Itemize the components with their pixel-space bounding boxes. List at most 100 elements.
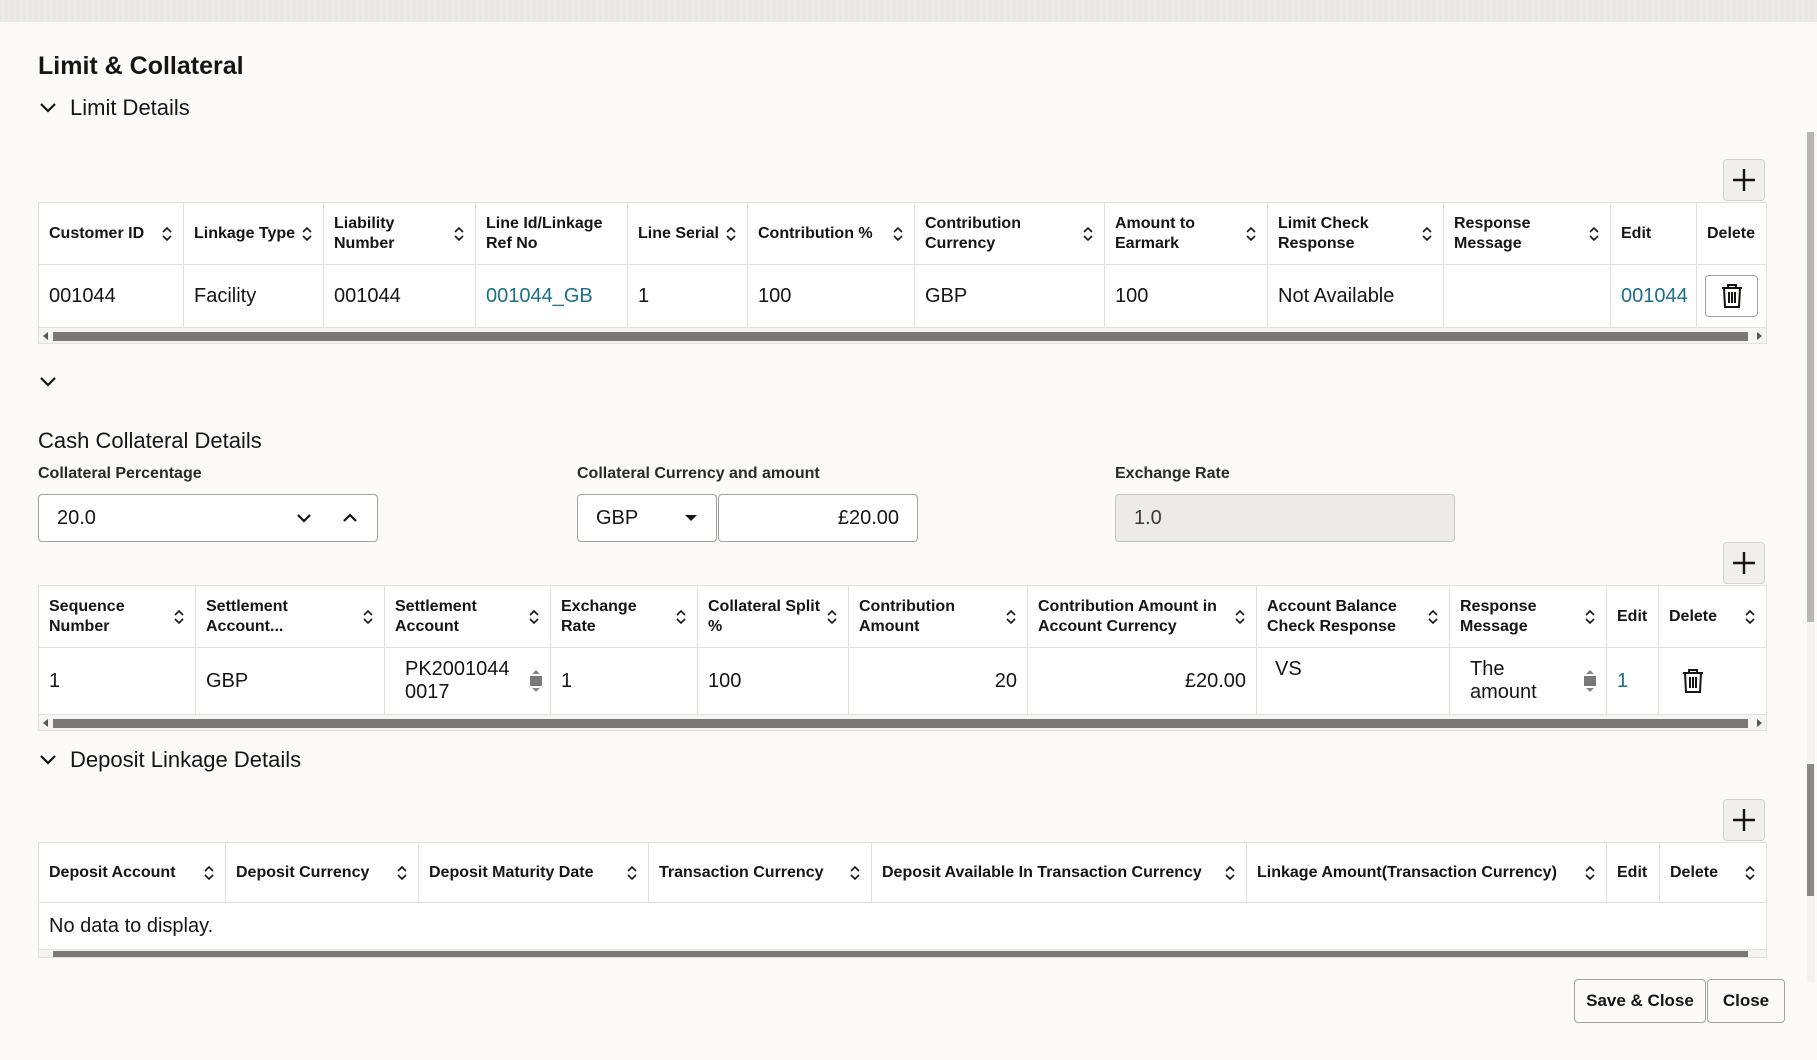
column-header[interactable]: Delete xyxy=(1659,586,1766,647)
arrow-down-icon[interactable] xyxy=(531,687,541,693)
column-header[interactable]: Contribution Amount xyxy=(849,586,1028,647)
close-button[interactable]: Close xyxy=(1707,979,1785,1023)
settlement-account-field[interactable]: PK2001044 0017 xyxy=(385,648,551,714)
column-header[interactable]: Settlement Account... xyxy=(196,586,385,647)
sort-icon[interactable] xyxy=(203,865,215,881)
column-header[interactable]: Limit Check Response xyxy=(1268,203,1444,264)
add-collateral-button[interactable] xyxy=(1723,542,1765,584)
table-row[interactable]: 001044 Facility 001044 001044_GB 1 100 G… xyxy=(39,265,1766,327)
delete-row-button[interactable] xyxy=(1705,275,1758,317)
column-header[interactable]: Deposit Available In Transaction Currenc… xyxy=(872,843,1247,902)
column-header[interactable]: Linkage Type xyxy=(184,203,324,264)
cell-sequence-number: 1 xyxy=(39,648,196,714)
table-row[interactable]: 1 GBP PK2001044 0017 1 100 20 £20.00 VS xyxy=(39,648,1766,714)
sort-icon[interactable] xyxy=(1224,865,1236,881)
scroll-thumb[interactable] xyxy=(530,676,542,686)
sort-icon[interactable] xyxy=(1234,609,1246,625)
column-header[interactable]: Customer ID xyxy=(39,203,184,264)
limit-details-header[interactable]: Limit Details xyxy=(38,95,190,121)
deposit-linkage-header[interactable]: Deposit Linkage Details xyxy=(38,747,301,773)
sort-icon[interactable] xyxy=(1427,609,1439,625)
column-header[interactable]: Amount to Earmark xyxy=(1105,203,1268,264)
sort-icon[interactable] xyxy=(161,226,173,242)
sort-icon[interactable] xyxy=(1082,226,1094,242)
column-header[interactable]: Contribution % xyxy=(748,203,915,264)
sort-icon[interactable] xyxy=(396,865,408,881)
deposit-linkage-title: Deposit Linkage Details xyxy=(70,747,301,773)
scroll-thumb[interactable] xyxy=(1584,676,1596,686)
sort-icon[interactable] xyxy=(1584,865,1596,881)
line-id-link[interactable]: 001044_GB xyxy=(476,265,628,327)
column-header[interactable]: Line Id/Linkage Ref No xyxy=(476,203,628,264)
arrow-down-icon[interactable] xyxy=(1585,687,1595,693)
column-header[interactable]: Account Balance Check Response xyxy=(1257,586,1450,647)
column-header[interactable]: Liability Number xyxy=(324,203,476,264)
scroll-arrows[interactable] xyxy=(530,669,542,693)
add-deposit-button[interactable] xyxy=(1723,799,1765,841)
scroll-track[interactable] xyxy=(1807,132,1814,622)
column-header[interactable]: Collateral Split % xyxy=(698,586,849,647)
sort-icon[interactable] xyxy=(453,226,465,242)
cash-collateral-header: Cash Collateral Details xyxy=(38,428,262,454)
sort-icon[interactable] xyxy=(1584,609,1596,625)
column-header[interactable]: Sequence Number xyxy=(39,586,196,647)
sort-icon[interactable] xyxy=(1744,865,1756,881)
column-header[interactable]: Transaction Currency xyxy=(649,843,872,902)
edit-link[interactable]: 1 xyxy=(1607,648,1659,714)
vertical-scrollbar[interactable] xyxy=(1807,132,1815,982)
chevron-up-icon[interactable] xyxy=(341,509,359,527)
sort-icon[interactable] xyxy=(1245,226,1257,242)
horizontal-scrollbar[interactable] xyxy=(39,327,1766,343)
response-message-field[interactable]: The amount xyxy=(1450,648,1607,714)
trash-icon[interactable] xyxy=(1681,668,1705,694)
sort-icon[interactable] xyxy=(1421,226,1433,242)
column-label: Linkage Type xyxy=(194,224,295,244)
column-header[interactable]: Contribution Currency xyxy=(915,203,1105,264)
sort-icon[interactable] xyxy=(301,226,313,242)
column-header[interactable]: Delete xyxy=(1660,843,1766,902)
horizontal-scrollbar[interactable] xyxy=(39,714,1766,730)
column-header[interactable]: Exchange Rate xyxy=(551,586,698,647)
column-header[interactable]: Line Serial xyxy=(628,203,748,264)
edit-link[interactable]: 001044 xyxy=(1611,265,1697,327)
chevron-down-icon[interactable] xyxy=(38,750,58,770)
save-close-button[interactable]: Save & Close xyxy=(1574,979,1706,1023)
column-header[interactable]: Deposit Maturity Date xyxy=(419,843,649,902)
sort-icon[interactable] xyxy=(849,865,861,881)
column-header[interactable]: Response Message xyxy=(1450,586,1607,647)
sort-icon[interactable] xyxy=(528,609,540,625)
sort-icon[interactable] xyxy=(626,865,638,881)
arrow-up-icon[interactable] xyxy=(1585,669,1595,675)
sort-icon[interactable] xyxy=(362,609,374,625)
cell-balance-check-response: VS xyxy=(1257,648,1450,714)
column-header[interactable]: Deposit Currency xyxy=(226,843,419,902)
sort-icon[interactable] xyxy=(1005,609,1017,625)
sort-icon[interactable] xyxy=(725,226,737,242)
sort-icon[interactable] xyxy=(892,226,904,242)
chevron-down-icon[interactable] xyxy=(38,98,58,118)
exchange-rate-label: Exchange Rate xyxy=(1115,465,1230,483)
sort-icon[interactable] xyxy=(173,609,185,625)
column-header[interactable]: Response Message xyxy=(1444,203,1611,264)
collateral-currency-select[interactable]: GBP xyxy=(577,494,717,542)
plus-icon xyxy=(1731,807,1757,833)
sort-icon[interactable] xyxy=(826,609,838,625)
chevron-down-icon[interactable] xyxy=(38,372,58,392)
add-limit-button[interactable] xyxy=(1723,159,1765,201)
sort-icon[interactable] xyxy=(675,609,687,625)
collateral-amount-input[interactable]: £20.00 xyxy=(718,494,918,542)
column-header[interactable]: Contribution Amount in Account Currency xyxy=(1028,586,1257,647)
chevron-down-icon[interactable] xyxy=(295,509,313,527)
collateral-percentage-label: Collateral Percentage xyxy=(38,465,202,483)
column-header[interactable]: Settlement Account xyxy=(385,586,551,647)
scroll-thumb[interactable] xyxy=(1807,764,1814,896)
sort-icon[interactable] xyxy=(1588,226,1600,242)
column-header[interactable]: Linkage Amount(Transaction Currency) xyxy=(1247,843,1607,902)
collateral-amount-value: £20.00 xyxy=(838,507,899,530)
horizontal-scrollbar[interactable] xyxy=(39,949,1766,957)
column-header[interactable]: Deposit Account xyxy=(39,843,226,902)
sort-icon[interactable] xyxy=(1744,609,1756,625)
arrow-up-icon[interactable] xyxy=(531,669,541,675)
collateral-percentage-stepper[interactable]: 20.0 xyxy=(38,494,378,542)
scroll-arrows[interactable] xyxy=(1584,669,1596,693)
